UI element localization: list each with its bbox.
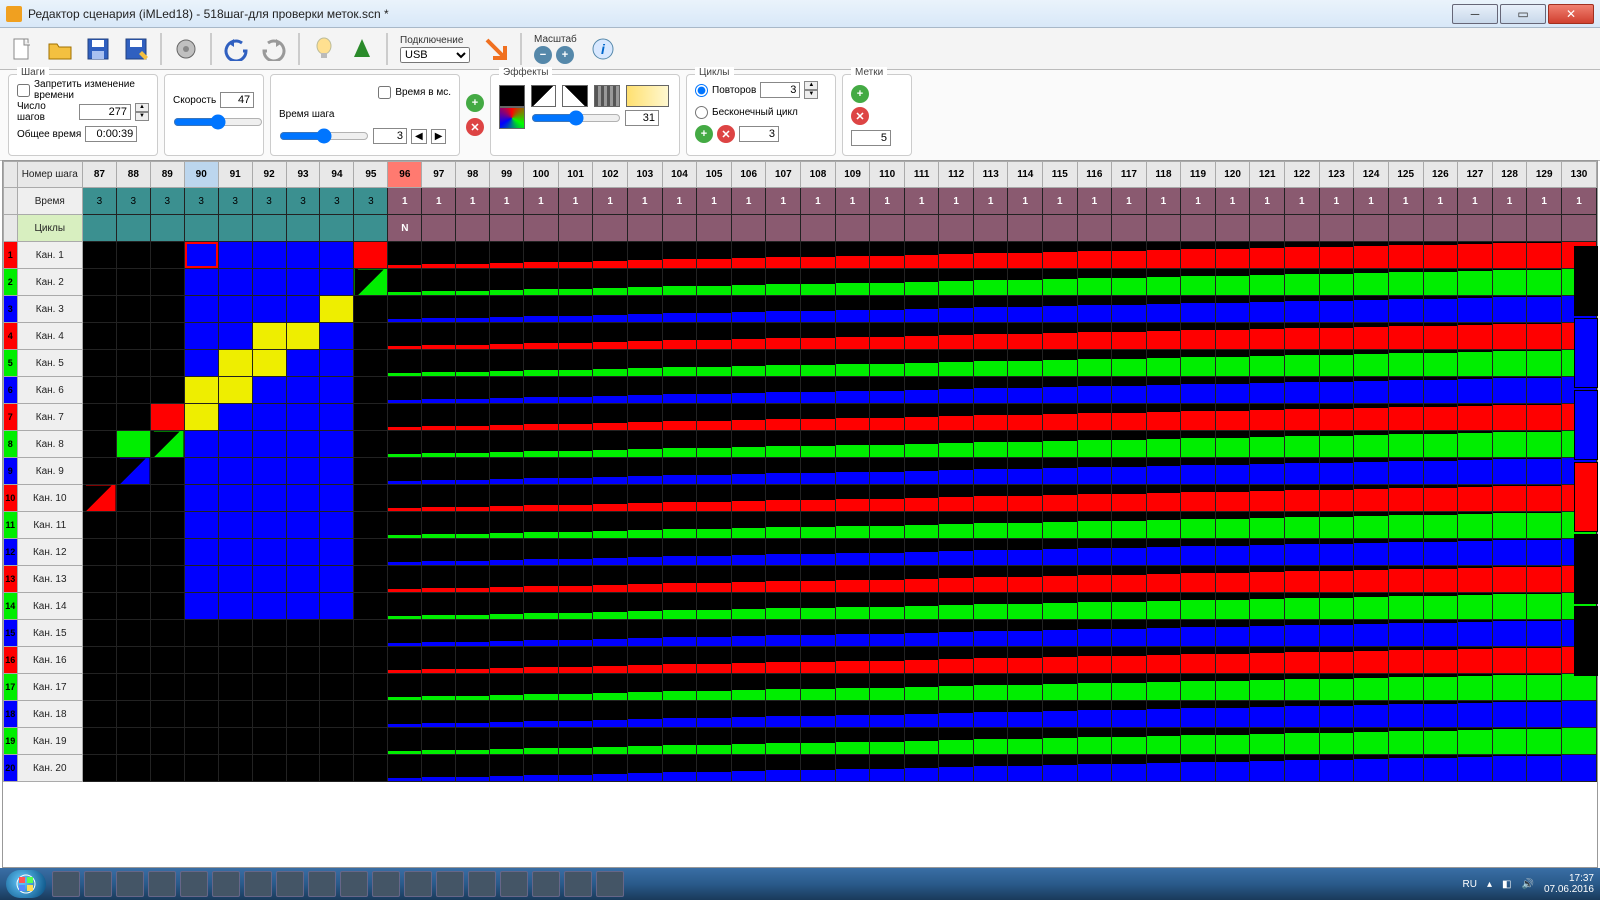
close-button[interactable]: ✕	[1548, 4, 1594, 24]
app-icon	[6, 6, 22, 22]
new-file-button[interactable]	[4, 31, 40, 67]
time-ms-checkbox[interactable]	[378, 86, 391, 99]
connection-select[interactable]: USB	[400, 47, 470, 63]
effects-group: Эффекты	[490, 74, 680, 156]
window-titlebar: Редактор сценария (iMLed18) - 518шаг-для…	[0, 0, 1600, 28]
window-title: Редактор сценария (iMLed18) - 518шаг-для…	[28, 7, 1450, 21]
tray-lang[interactable]: RU	[1463, 879, 1477, 890]
step-count-spinner[interactable]: ▲▼	[135, 103, 149, 121]
connection-label: Подключение	[400, 35, 463, 46]
open-file-button[interactable]	[42, 31, 78, 67]
cycle-repeats-spinner[interactable]: ▲▼	[804, 81, 818, 99]
cycle-del-button[interactable]: ✕	[717, 125, 735, 143]
fx-slider[interactable]	[531, 110, 621, 126]
taskbar-app-5[interactable]	[212, 871, 240, 897]
fx-diag2-button[interactable]	[562, 85, 588, 107]
main-toolbar: Подключение USB Масштаб − + i	[0, 28, 1600, 70]
cycle-add-button[interactable]: +	[695, 125, 713, 143]
taskbar-app-0[interactable]	[52, 871, 80, 897]
taskbar-apps[interactable]	[52, 871, 624, 897]
step-time-prev[interactable]: ◀	[411, 129, 427, 144]
help-button[interactable]: i	[585, 31, 621, 67]
param-panel: Шаги Запретить изменение времени Число ш…	[0, 70, 1600, 161]
mark-count-input[interactable]	[851, 130, 891, 146]
steps-group: Шаги Запретить изменение времени Число ш…	[8, 74, 158, 156]
taskbar-app-16[interactable]	[564, 871, 592, 897]
step-count-input[interactable]	[79, 104, 131, 120]
taskbar-app-14[interactable]	[500, 871, 528, 897]
connection-group: Подключение USB	[400, 35, 470, 63]
tray-clock[interactable]: 17:37 07.06.2016	[1544, 873, 1594, 895]
marks-group: Метки + ✕	[842, 74, 912, 156]
tray-sound-icon: 🔊	[1521, 879, 1533, 890]
step-del-button[interactable]: ✕	[466, 118, 484, 136]
taskbar-app-13[interactable]	[468, 871, 496, 897]
taskbar-app-10[interactable]	[372, 871, 400, 897]
speed-input[interactable]	[220, 92, 254, 108]
taskbar-app-9[interactable]	[340, 871, 368, 897]
cycle-repeats-radio[interactable]	[695, 84, 708, 97]
taskbar-app-7[interactable]	[276, 871, 304, 897]
start-button[interactable]	[6, 870, 46, 898]
step-time-slider[interactable]	[279, 128, 369, 144]
fx-grad-button[interactable]	[626, 85, 669, 107]
save-button[interactable]	[80, 31, 116, 67]
lock-time-checkbox[interactable]	[17, 84, 30, 97]
taskbar-app-17[interactable]	[596, 871, 624, 897]
step-add-button[interactable]: +	[466, 94, 484, 112]
taskbar-app-1[interactable]	[84, 871, 112, 897]
zoom-in-button[interactable]: +	[556, 46, 574, 64]
taskbar-app-3[interactable]	[148, 871, 176, 897]
taskbar-app-12[interactable]	[436, 871, 464, 897]
step-grid[interactable]: Номер шага878889909192939495969798991001…	[3, 161, 1597, 782]
fx-solid-button[interactable]	[499, 85, 525, 107]
taskbar-app-4[interactable]	[180, 871, 208, 897]
fx-value-input[interactable]	[625, 110, 659, 126]
windows-taskbar: RU ▴ ◧ 🔊 17:37 07.06.2016	[0, 868, 1600, 900]
save-as-button[interactable]	[118, 31, 154, 67]
fx-stripe-button[interactable]	[594, 85, 620, 107]
cycle-infinite-radio[interactable]	[695, 106, 708, 119]
maximize-button[interactable]: ▭	[1500, 4, 1546, 24]
taskbar-app-2[interactable]	[116, 871, 144, 897]
fx-diag1-button[interactable]	[531, 85, 557, 107]
cycle-count-input[interactable]	[739, 126, 779, 142]
taskbar-app-15[interactable]	[532, 871, 560, 897]
side-color-strip	[1574, 246, 1598, 676]
tray-net-icon: ◧	[1502, 879, 1511, 890]
taskbar-app-11[interactable]	[404, 871, 432, 897]
tray-flag-icon: ▴	[1487, 879, 1492, 890]
taskbar-app-8[interactable]	[308, 871, 336, 897]
speed-group: Скорость	[164, 74, 264, 156]
cycles-group: Циклы Повторов▲▼ Бесконечный цикл +✕	[686, 74, 836, 156]
taskbar-app-6[interactable]	[244, 871, 272, 897]
system-tray[interactable]: RU ▴ ◧ 🔊 17:37 07.06.2016	[1463, 873, 1594, 895]
zoom-out-button[interactable]: −	[534, 46, 552, 64]
step-time-group: Время в мс. Время шага ◀ ▶	[270, 74, 460, 156]
speed-slider[interactable]	[173, 114, 263, 130]
redo-button[interactable]	[256, 31, 292, 67]
total-time-input[interactable]	[85, 126, 137, 142]
upload-button[interactable]	[478, 31, 514, 67]
mark-del-button[interactable]: ✕	[851, 107, 869, 125]
scale-label: Масштаб	[534, 34, 577, 45]
step-time-input[interactable]	[373, 128, 407, 144]
grid-scroll[interactable]: Номер шага878889909192939495969798991001…	[2, 160, 1598, 868]
fx-color-button[interactable]	[499, 107, 525, 129]
mark-add-button[interactable]: +	[851, 85, 869, 103]
settings-button[interactable]	[168, 31, 204, 67]
tree-button[interactable]	[344, 31, 380, 67]
minimize-button[interactable]: ─	[1452, 4, 1498, 24]
cycle-repeats-input[interactable]	[760, 82, 800, 98]
scale-group: Масштаб − +	[534, 34, 577, 64]
bulb-button[interactable]	[306, 31, 342, 67]
undo-button[interactable]	[218, 31, 254, 67]
step-time-next[interactable]: ▶	[431, 129, 447, 144]
